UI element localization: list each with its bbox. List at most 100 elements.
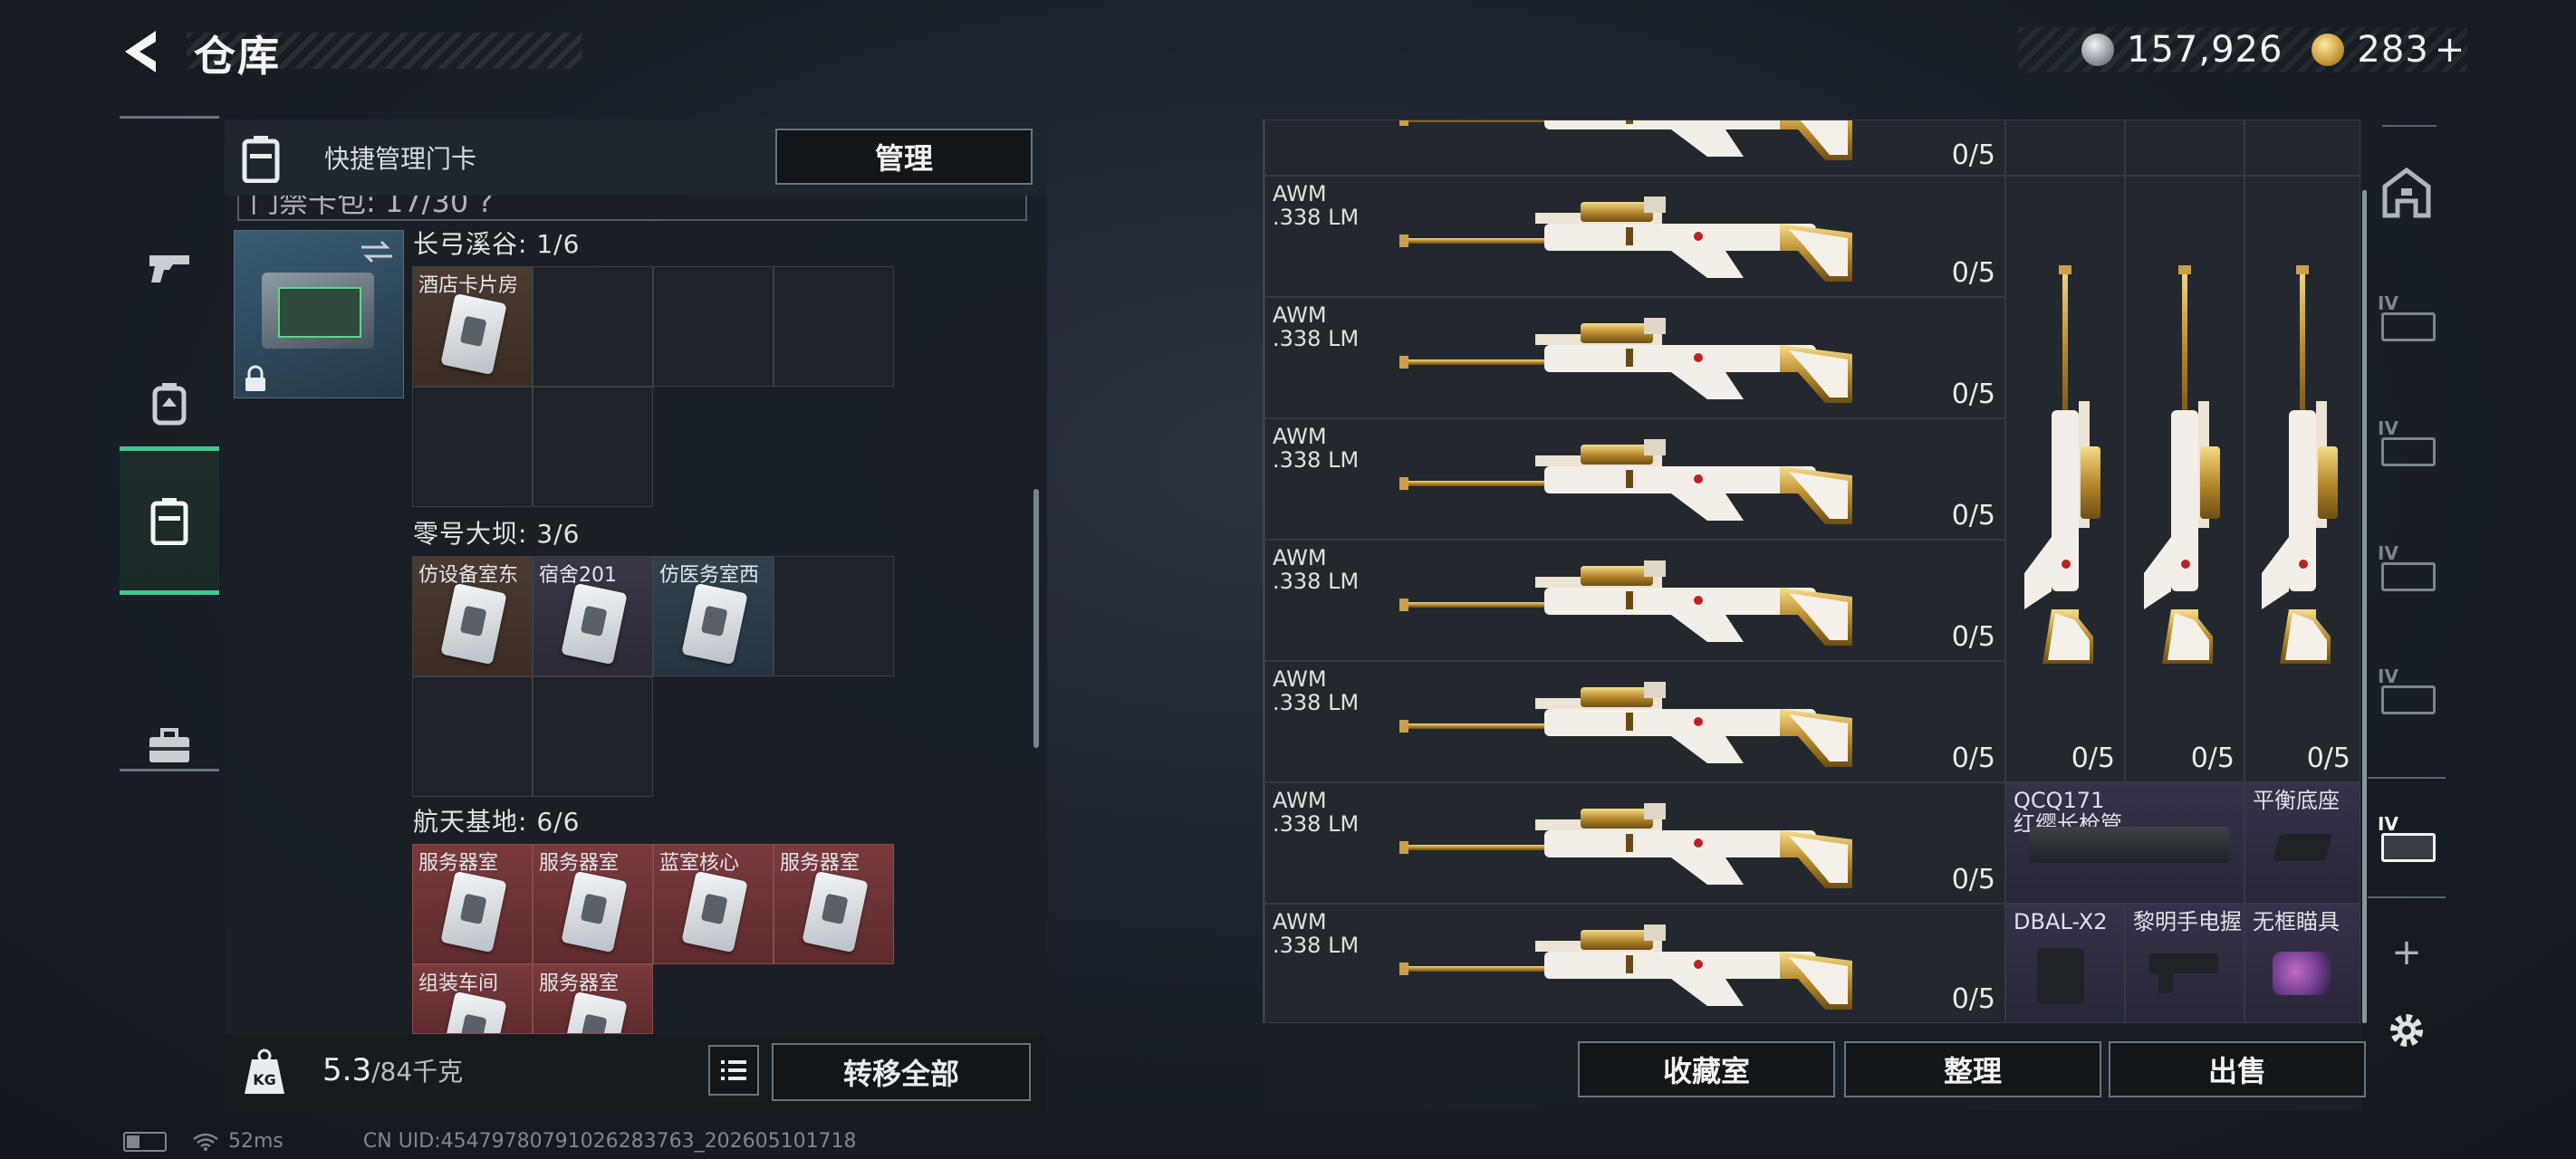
transfer-all-button[interactable]: 转移全部 (772, 1043, 1031, 1101)
keycard-slot[interactable]: 酒店卡片房 (412, 266, 533, 387)
stash-scrollbar[interactable] (2362, 190, 2367, 1023)
keycard-slot[interactable]: 组装车间 (412, 964, 533, 1034)
weapon-slot-awm[interactable]: AWM .338 LM 0/5 (1264, 297, 2005, 418)
keycard-icon (561, 991, 628, 1033)
sell-button[interactable]: 出售 (2109, 1041, 2366, 1097)
item-count: 0/5 (1951, 742, 1995, 774)
add-tab-button[interactable]: + (2368, 916, 2446, 989)
weapon-slot-awm-vertical[interactable]: 0/5 (2244, 176, 2360, 782)
keycard-bag-item[interactable] (234, 230, 404, 398)
manage-button[interactable]: 管理 (775, 129, 1033, 185)
item-count: 0/5 (1951, 983, 1995, 1015)
empty-slot[interactable] (533, 387, 653, 507)
barrel-icon (2030, 827, 2229, 863)
tab-case-2[interactable]: IV (2368, 388, 2446, 496)
empty-slot[interactable] (774, 556, 894, 676)
weapon-name: AWM .338 LM (1273, 545, 1360, 594)
weight-icon-label: KG (253, 1071, 276, 1088)
keycard-slot[interactable]: 服务器室 (774, 844, 894, 964)
sort-button[interactable]: 整理 (1844, 1041, 2101, 1097)
attachment-slot-grip[interactable]: 黎明手电握 (2125, 904, 2244, 1023)
awm-rifle-icon (1399, 120, 1852, 166)
weapon-slot-awm[interactable]: AWM .338 LM 0/5 (1264, 418, 2005, 540)
empty-slot[interactable] (653, 266, 774, 387)
item-count: 0/5 (2190, 742, 2235, 774)
weapon-name: AWM .338 LM (1273, 666, 1360, 715)
gold-amount: 283 (2357, 29, 2429, 71)
empty-slot[interactable] (2125, 120, 2244, 176)
empty-slot[interactable] (2244, 120, 2360, 176)
weapon-name: AWM .338 LM (1273, 909, 1360, 958)
awm-rifle-icon (1399, 551, 1852, 651)
stock-base-icon (2272, 834, 2333, 861)
collection-room-button[interactable]: 收藏室 (1578, 1041, 1835, 1097)
pistol-icon (149, 255, 189, 283)
empty-slot[interactable] (412, 676, 533, 797)
weapon-name: AWM .338 LM (1273, 302, 1360, 351)
tab-case-3[interactable]: IV (2368, 512, 2446, 621)
keycard-case-icon (150, 498, 188, 545)
laser-icon (2037, 948, 2084, 1004)
keycard-bag-image (262, 273, 374, 349)
keycard-slot[interactable]: 仿医务室西 (653, 556, 774, 676)
weapon-slot-awm[interactable]: AWM .338 LM 0/5 (1264, 782, 2005, 904)
keycard-list-scrollbar[interactable] (1033, 489, 1039, 748)
awm-rifle-icon (1399, 794, 1852, 894)
keycard-icon (440, 582, 507, 666)
add-currency-button[interactable]: + (2435, 29, 2466, 71)
quick-manage-bar: 快捷管理门卡 管理 (225, 120, 1047, 196)
grip-handle (2158, 970, 2173, 993)
empty-slot[interactable] (533, 266, 653, 387)
list-icon (721, 1060, 746, 1080)
backpack-icon (152, 383, 187, 426)
keycard-slot[interactable]: 服务器室 (533, 844, 653, 964)
awm-rifle-icon (1399, 915, 1852, 1015)
tier4-case-1-icon: IV (2378, 292, 2436, 341)
keycard-bag-capacity: 门禁卡包: 17/30 ? (250, 196, 494, 219)
keycard-label: 仿设备室东 (418, 564, 519, 587)
keycard-slot[interactable]: 宿舍201 (533, 556, 653, 676)
weight-current: 5.3 (322, 1052, 372, 1088)
item-count: 0/5 (1951, 500, 1995, 532)
keycard-label: 酒店卡片房 (418, 274, 519, 297)
weapon-slot-awm[interactable]: AWM .338 LM 0/5 (1264, 176, 2005, 297)
back-button[interactable] (120, 27, 165, 76)
weapon-slot-awm[interactable]: AWM .338 LM 0/5 (1264, 540, 2005, 661)
awm-rifle-icon (1399, 309, 1852, 408)
keycard-icon (802, 870, 869, 953)
section-title-dam: 零号大坝: 3/6 (413, 519, 581, 549)
nav-tools[interactable] (120, 678, 219, 814)
attachment-slot-base[interactable]: 平衡底座 (2244, 782, 2360, 904)
tab-vault[interactable] (2368, 138, 2446, 246)
keycard-slot[interactable]: 仿设备室东 (412, 556, 533, 676)
empty-slot[interactable] (774, 266, 894, 387)
empty-slot[interactable] (2005, 120, 2125, 176)
nav-weapons[interactable] (120, 200, 219, 336)
weapon-slot-partial[interactable]: 0/5 (1264, 120, 2005, 176)
attachment-name: 无框瞄具 (2253, 909, 2340, 934)
swap-icon[interactable] (360, 238, 394, 265)
item-count: 0/5 (1951, 864, 1995, 896)
item-count: 0/5 (1951, 378, 1995, 410)
weapon-slot-awm[interactable]: AWM .338 LM 0/5 (1264, 661, 2005, 782)
attachment-slot-laser[interactable]: DBAL-X2 (2005, 904, 2125, 1023)
keycard-slot[interactable]: 蓝室核心 (653, 844, 774, 964)
tab-case-1[interactable]: IV (2368, 263, 2446, 371)
settings-icon (2390, 1014, 2423, 1047)
keycard-icon (440, 991, 507, 1033)
empty-slot[interactable] (412, 387, 533, 507)
list-view-button[interactable] (708, 1045, 759, 1096)
attachment-slot-barrel[interactable]: QCQ171 红缨长枪管 (2005, 782, 2244, 904)
attachment-slot-sight[interactable]: 无框瞄具 (2244, 904, 2360, 1023)
keycard-slot[interactable]: 服务器室 (533, 964, 653, 1034)
weapon-slot-awm-vertical[interactable]: 0/5 (2005, 176, 2125, 782)
keycard-slot[interactable]: 服务器室 (412, 844, 533, 964)
weapon-slot-awm-vertical[interactable]: 0/5 (2125, 176, 2244, 782)
tab-case-5-active[interactable]: IV (2368, 777, 2446, 898)
nav-keycards[interactable] (120, 446, 219, 595)
weapon-name: AWM .338 LM (1273, 424, 1360, 473)
weapon-slot-awm[interactable]: AWM .338 LM 0/5 (1264, 904, 2005, 1023)
tab-case-4[interactable]: IV (2368, 636, 2446, 744)
empty-slot[interactable] (533, 676, 653, 797)
settings-button[interactable] (2368, 994, 2446, 1067)
